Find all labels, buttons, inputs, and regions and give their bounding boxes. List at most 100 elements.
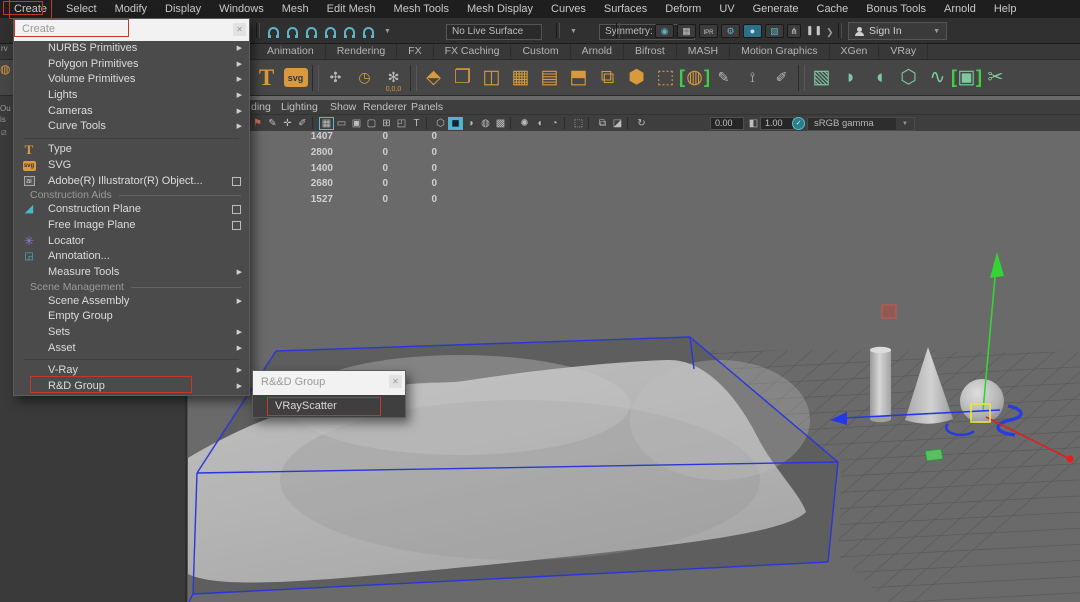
render-settings-icon[interactable]: ⚙	[721, 24, 740, 38]
menu-item-nurbs-primitives[interactable]: NURBS Primitives▶	[14, 41, 249, 57]
snap-to-view-plane-icon[interactable]	[344, 27, 355, 36]
smooth-icon[interactable]: ▤	[535, 63, 564, 93]
exposure-field[interactable]: 0.00	[710, 117, 744, 130]
shaded-mode-icon[interactable]: ◼	[448, 117, 463, 130]
menu-item-locator[interactable]: ✳Locator	[14, 234, 249, 250]
menu-select[interactable]: Select	[57, 0, 106, 18]
menu-deform[interactable]: Deform	[656, 0, 710, 18]
extrude-icon[interactable]: ⬒	[564, 63, 593, 93]
exposure-icon[interactable]: ↻	[634, 117, 649, 130]
menu-item-free-image-plane[interactable]: Free Image Plane	[14, 218, 249, 234]
option-box[interactable]	[232, 205, 241, 214]
gate-mask-icon[interactable]: ▢	[364, 117, 379, 130]
shelf-tab-mash[interactable]: MASH	[677, 44, 730, 59]
node-editor-icon[interactable]: ⋔	[787, 24, 801, 38]
svg-tool-icon[interactable]: svg	[284, 68, 308, 87]
shadows-icon[interactable]: ◖	[532, 117, 547, 130]
ao-icon[interactable]: ◔	[547, 117, 562, 130]
menu-item-svg[interactable]: svgSVG	[14, 158, 249, 174]
fill-hole-icon[interactable]: ▦	[506, 63, 535, 93]
select-camera-icon[interactable]: ✎	[265, 117, 280, 130]
menu-mesh-tools[interactable]: Mesh Tools	[385, 0, 458, 18]
isolate-select-icon[interactable]: ⬚	[571, 117, 586, 130]
menu-item-volume-primitives[interactable]: Volume Primitives▶	[14, 72, 249, 88]
shelf-tab-vray[interactable]: VRay	[879, 44, 928, 59]
menu-display[interactable]: Display	[156, 0, 210, 18]
xray-icon[interactable]: ⧉	[595, 117, 610, 130]
nurbs-loft-icon[interactable]: ◖	[865, 63, 894, 93]
panel-menu-shading[interactable]: ding	[251, 100, 271, 114]
menu-generate[interactable]: Generate	[744, 0, 808, 18]
symmetry-chevron-icon[interactable]: ▼	[570, 28, 577, 35]
shelf-tab-xgen[interactable]: XGen	[830, 44, 880, 59]
set-key-icon[interactable]: ◷	[350, 63, 379, 93]
menu-arnold[interactable]: Arnold	[935, 0, 985, 18]
separate-icon[interactable]: ❐	[448, 63, 477, 93]
menu-item-sets[interactable]: Sets▶	[14, 325, 249, 341]
render-view-icon[interactable]: ◉	[655, 24, 674, 38]
menu-windows[interactable]: Windows	[210, 0, 273, 18]
menu-modify[interactable]: Modify	[106, 0, 156, 18]
menu-item-empty-group[interactable]: Empty Group	[14, 309, 249, 325]
close-icon[interactable]: ✕	[389, 375, 402, 388]
menu-bonus-tools[interactable]: Bonus Tools	[857, 0, 935, 18]
shelf-tab-animation[interactable]: Animation	[256, 44, 326, 59]
shelf-tab-motion-graphics[interactable]: Motion Graphics	[730, 44, 829, 59]
menu-item-curve-tools[interactable]: Curve Tools▶	[14, 119, 249, 135]
gamma-field[interactable]: 1.00	[760, 117, 794, 130]
pencil-curve-icon[interactable]: ✐	[767, 63, 796, 93]
menu-item-cameras[interactable]: Cameras▶	[14, 104, 249, 120]
project-window-icon[interactable]: ▣	[952, 63, 981, 93]
use-all-lights-icon[interactable]: ✺	[517, 117, 532, 130]
sphere-grid-tool-icon[interactable]: ◍	[680, 63, 709, 93]
shelf-tab-bifrost[interactable]: Bifrost	[624, 44, 677, 59]
ipr-render-icon[interactable]: IPR	[699, 24, 718, 38]
option-box[interactable]	[232, 221, 241, 230]
shelf-tab-fx-caching[interactable]: FX Caching	[434, 44, 512, 59]
perspective-viewport[interactable]: ding Lighting Show Renderer Panels ⚑ ✎ ✛…	[188, 96, 1080, 602]
cylinder-object[interactable]	[870, 347, 891, 422]
menu-item-lights[interactable]: Lights▶	[14, 88, 249, 104]
panel-menu-lighting[interactable]: Lighting	[281, 100, 318, 114]
panel-menu-panels[interactable]: Panels	[411, 100, 443, 114]
colorspace-dropdown[interactable]: sRGB gamma ▼	[807, 117, 915, 131]
gamma-icon[interactable]: ◧	[746, 117, 761, 130]
panel-menu-show[interactable]: Show	[330, 100, 356, 114]
render-current-frame-icon[interactable]: ▦	[677, 24, 696, 38]
menu-mesh[interactable]: Mesh	[273, 0, 318, 18]
layout-thumb-icon[interactable]: ⧄	[1, 127, 7, 138]
shelf-tab-arnold[interactable]: Arnold	[571, 44, 624, 59]
resolution-gate-icon[interactable]: ▣	[349, 117, 364, 130]
snap-options-chevron-icon[interactable]: ▼	[384, 28, 391, 35]
sign-in-dropdown[interactable]: Sign In ▼	[848, 22, 947, 40]
menu-set-sphere-icon[interactable]: ◍	[0, 62, 10, 76]
xray-joints-icon[interactable]: ◪	[610, 117, 625, 130]
grid-toggle-icon[interactable]: ▦	[319, 117, 334, 130]
safe-title-icon[interactable]: T	[409, 117, 424, 130]
mirror-icon[interactable]: ◫	[477, 63, 506, 93]
bookmark-icon[interactable]: ⚑	[250, 117, 265, 130]
menu-item-adobe-illustrator-object[interactable]: aiAdobe(R) Illustrator(R) Object...	[14, 174, 249, 190]
sphere-object[interactable]	[960, 379, 1004, 423]
menu-item-construction-plane[interactable]: ◢Construction Plane	[14, 202, 249, 218]
menu-mesh-display[interactable]: Mesh Display	[458, 0, 542, 18]
textured-mode-icon[interactable]: ◑	[463, 117, 478, 130]
menu-item-scene-assembly[interactable]: Scene Assembly▶	[14, 294, 249, 310]
snap-align-icon[interactable]	[363, 27, 374, 36]
nurbs-cube-icon[interactable]: ⬡	[894, 63, 923, 93]
option-box[interactable]	[232, 177, 241, 186]
menu-item-asset[interactable]: Asset▶	[14, 341, 249, 357]
menu-curves[interactable]: Curves	[542, 0, 595, 18]
menu-surfaces[interactable]: Surfaces	[595, 0, 656, 18]
material-mode-icon[interactable]: ◍	[478, 117, 493, 130]
shelf-tab-fx[interactable]: FX	[397, 44, 433, 59]
multi-cut-planes-icon[interactable]: ⧉	[593, 63, 622, 93]
shelf-tab-rendering[interactable]: Rendering	[326, 44, 397, 59]
cube-tool-icon[interactable]: ⬢	[622, 63, 651, 93]
red-square-marker[interactable]	[882, 305, 896, 318]
shelf-tab-custom[interactable]: Custom	[511, 44, 570, 59]
section-expand-icon-2[interactable]: ❯	[826, 27, 834, 38]
combine-icon[interactable]: ⬘	[419, 63, 448, 93]
panel-menu-renderer[interactable]: Renderer	[363, 100, 407, 114]
nurbs-plane-icon[interactable]: ▧	[807, 63, 836, 93]
